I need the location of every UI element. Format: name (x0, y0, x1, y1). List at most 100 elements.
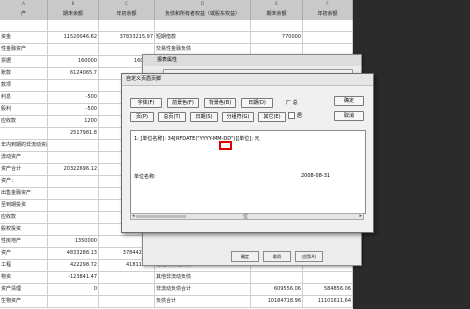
table-cell[interactable]: 资产清理 (0, 284, 48, 296)
table-cell[interactable]: 利息 (0, 92, 48, 104)
table-cell[interactable]: 584856.06 (303, 284, 353, 296)
table-cell[interactable]: 2517981.8 (48, 128, 99, 140)
table-cell[interactable] (99, 272, 155, 284)
column-letter: D (200, 1, 205, 6)
column-header-f[interactable]: F 年初余额 (303, 0, 353, 20)
editor-line-1-text: [单位名称]: 34[RFDATE("YYYY-MM-DD")][单位]: 元 (140, 136, 260, 142)
scroll-thumb[interactable] (136, 215, 186, 218)
scroll-right-icon[interactable]: ▸ (359, 213, 362, 219)
table-cell[interactable]: 11101611.64 (303, 296, 353, 308)
date-button-top[interactable]: 日期(D) (241, 98, 273, 108)
group-separator-button[interactable]: 分组符(G) (222, 112, 254, 122)
column-header-c[interactable]: C 年初余额 (99, 0, 155, 20)
report-properties-cancel-button[interactable]: 取消 (263, 251, 291, 262)
table-cell[interactable] (48, 20, 99, 32)
table-cell[interactable]: 生物资产 (0, 296, 48, 308)
table-cell[interactable]: 770000 (251, 32, 303, 44)
table-cell[interactable] (48, 212, 99, 224)
table-cell[interactable]: 资产合计 (0, 164, 48, 176)
table-cell[interactable]: 资产 (0, 248, 48, 260)
table-cell[interactable]: -123841.47 (48, 272, 99, 284)
table-cell[interactable]: 性房地产 (0, 236, 48, 248)
table-cell[interactable]: 其他非流动负债 (155, 272, 251, 284)
highlight-box (219, 141, 232, 150)
table-cell[interactable] (99, 284, 155, 296)
table-cell[interactable]: 物资 (0, 272, 48, 284)
table-cell[interactable] (48, 44, 99, 56)
total-pages-button[interactable]: 总页(T) (158, 112, 186, 122)
table-cell[interactable]: 负债合计 (155, 296, 251, 308)
table-cell[interactable]: 37833215.97 (99, 32, 155, 44)
cancel-button[interactable]: 取消 (334, 111, 364, 121)
table-cell[interactable] (48, 224, 99, 236)
table-cell[interactable]: 出售金融资产 (0, 188, 48, 200)
other-button[interactable]: 其它(E) (258, 112, 286, 122)
table-cell[interactable] (155, 20, 251, 32)
table-cell[interactable]: 1350000 (48, 236, 99, 248)
table-cell[interactable]: 非流动负债合计 (155, 284, 251, 296)
table-cell[interactable]: 账款 (0, 68, 48, 80)
table-cell[interactable]: 609556.06 (251, 284, 303, 296)
table-cell[interactable] (48, 296, 99, 308)
table-cell[interactable]: 10184718.96 (251, 296, 303, 308)
total-checkbox[interactable]: 厂 总 (286, 99, 298, 107)
table-cell[interactable]: 20322696.12 (48, 164, 99, 176)
horizontal-scrollbar[interactable]: ◂ 位 ▸ (130, 213, 364, 220)
table-cell[interactable] (0, 128, 48, 140)
table-cell[interactable]: 160000 (48, 56, 99, 68)
table-cell[interactable]: 0 (48, 284, 99, 296)
table-cell[interactable]: -500 (48, 92, 99, 104)
table-cell[interactable] (48, 140, 99, 152)
table-cell[interactable] (303, 32, 353, 44)
align-option[interactable]: 居 (288, 112, 302, 120)
foreground-color-button[interactable]: 前景色(F) (167, 98, 199, 108)
table-cell[interactable]: -500 (48, 104, 99, 116)
column-header-e[interactable]: E 期末余额 (251, 0, 303, 20)
table-cell[interactable] (0, 20, 48, 32)
table-cell[interactable]: 股利 (0, 104, 48, 116)
report-properties-apply-button[interactable]: 应用(A) (295, 251, 323, 262)
table-cell[interactable]: 应收款 (0, 116, 48, 128)
table-cell[interactable] (48, 200, 99, 212)
table-cell[interactable] (48, 188, 99, 200)
table-cell[interactable]: 款项 (0, 80, 48, 92)
table-cell[interactable]: 票据 (0, 56, 48, 68)
editor-line-1[interactable]: 1: [单位名称]: 34[RFDATE("YYYY-MM-DD")][单位]:… (134, 135, 260, 142)
ok-button[interactable]: 确定 (334, 96, 364, 106)
table-cell[interactable]: 短期借款 (155, 32, 251, 44)
table-cell[interactable]: 性金融资产 (0, 44, 48, 56)
column-header-b[interactable]: B 期末余额 (48, 0, 99, 20)
table-cell[interactable] (48, 80, 99, 92)
page-button[interactable]: 页(P) (130, 112, 154, 122)
align-option-label: 居 (297, 113, 303, 119)
table-cell[interactable] (251, 20, 303, 32)
date-button[interactable]: 日期(S) (190, 112, 218, 122)
header-footer-editor[interactable]: 1: [单位名称]: 34[RFDATE("YYYY-MM-DD")][单位]:… (130, 130, 366, 214)
table-cell[interactable]: 工程 (0, 260, 48, 272)
scroll-left-icon[interactable]: ◂ (132, 213, 135, 219)
table-cell[interactable]: 资产： (0, 176, 48, 188)
column-header-d[interactable]: D 负债和所有者权益（或股东权益） (155, 0, 251, 20)
column-header-a[interactable]: A产 (0, 0, 48, 20)
table-cell[interactable]: 6124065.7 (48, 68, 99, 80)
table-cell[interactable]: 流动资产 (0, 152, 48, 164)
table-cell[interactable] (48, 176, 99, 188)
table-cell[interactable]: 股权投资 (0, 224, 48, 236)
font-button[interactable]: 字体(F) (130, 98, 162, 108)
table-cell[interactable] (99, 296, 155, 308)
table-cell[interactable] (99, 20, 155, 32)
table-cell[interactable] (303, 20, 353, 32)
table-cell[interactable]: 应收款 (0, 212, 48, 224)
table-cell[interactable] (48, 152, 99, 164)
table-cell[interactable]: 至到期投资 (0, 200, 48, 212)
table-cell[interactable] (251, 272, 303, 284)
table-cell[interactable]: 422298.72 (48, 260, 99, 272)
table-cell[interactable]: 年内到期的非流动资产 (0, 140, 48, 152)
table-cell[interactable]: 4833288.13 (48, 248, 99, 260)
background-color-button[interactable]: 背景色(B) (204, 98, 236, 108)
table-cell[interactable]: 1200 (48, 116, 99, 128)
report-properties-ok-button[interactable]: 确定 (231, 251, 259, 262)
table-cell[interactable]: 资金 (0, 32, 48, 44)
table-cell[interactable] (303, 272, 353, 284)
table-cell[interactable]: 11520046.62 (48, 32, 99, 44)
